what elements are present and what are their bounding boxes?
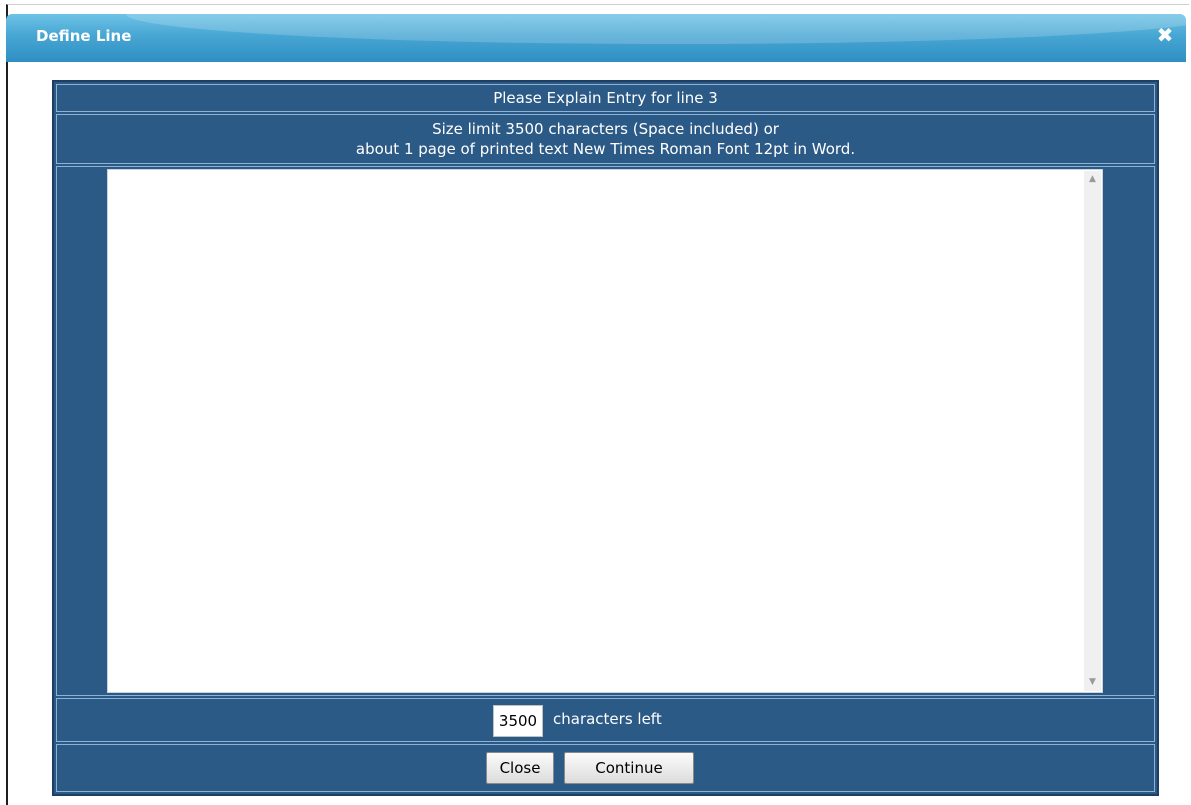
scroll-down-arrow-icon[interactable]: ▼ — [1084, 674, 1101, 691]
close-icon[interactable]: ✖ — [1154, 24, 1176, 46]
continue-button[interactable]: Continue — [564, 752, 694, 784]
explanation-row: ▲ ▼ — [56, 166, 1155, 696]
explain-entry-form: Please Explain Entry for line 3 Size lim… — [52, 80, 1159, 796]
size-limit-note: Size limit 3500 characters (Space includ… — [56, 114, 1155, 164]
button-row: Close Continue — [56, 744, 1155, 792]
close-button[interactable]: Close — [486, 752, 554, 784]
size-limit-line-2: about 1 page of printed text New Times R… — [355, 140, 856, 158]
scroll-up-arrow-icon[interactable]: ▲ — [1084, 171, 1101, 188]
size-limit-line-1: Size limit 3500 characters (Space includ… — [432, 120, 779, 138]
textarea-scrollbar[interactable]: ▲ ▼ — [1084, 171, 1101, 691]
dialog-title: Define Line — [36, 27, 132, 45]
character-count-row: characters left — [56, 698, 1155, 742]
explanation-textarea[interactable] — [107, 169, 1103, 693]
characters-left-label: characters left — [553, 710, 662, 728]
dialog-titlebar: Define Line ✖ — [6, 14, 1186, 62]
form-heading: Please Explain Entry for line 3 — [56, 84, 1155, 112]
characters-left-field — [493, 705, 543, 737]
